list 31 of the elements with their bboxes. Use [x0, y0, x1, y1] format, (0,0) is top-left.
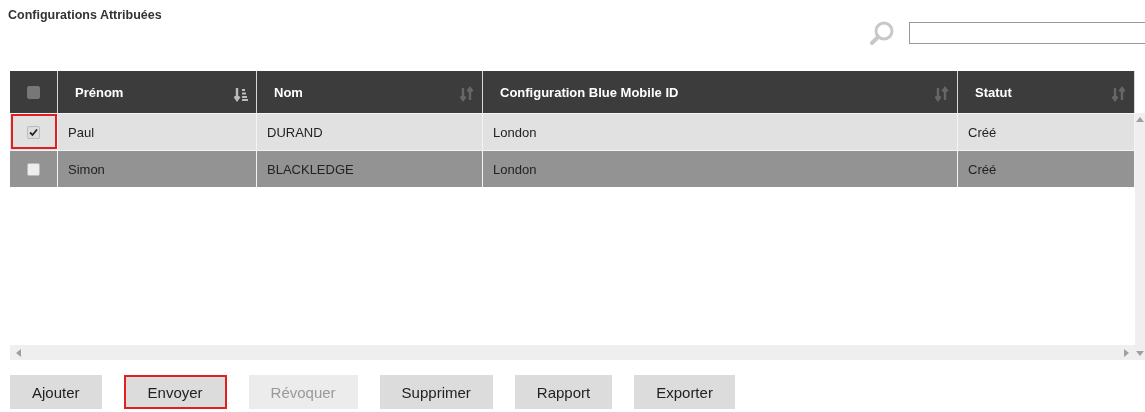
table-cell: DURAND	[257, 113, 483, 150]
scroll-arrow-icon[interactable]	[16, 348, 21, 357]
action-button[interactable]: Envoyer	[123, 375, 227, 409]
column-header[interactable]: Statut	[975, 84, 1012, 100]
table-cell: London	[483, 113, 958, 150]
table-cell: Simon	[58, 150, 257, 187]
vertical-scrollbar[interactable]	[1135, 113, 1145, 360]
table-cell: London	[483, 150, 958, 187]
sort-icon[interactable]	[935, 86, 949, 102]
action-button[interactable]: Supprimer	[379, 375, 493, 409]
sort-descending-icon[interactable]	[234, 86, 248, 102]
table-cell: Créé	[958, 113, 1135, 150]
action-button[interactable]: Exporter	[634, 375, 735, 409]
column-header[interactable]: Nom	[274, 84, 303, 100]
table-cell: Paul	[58, 113, 257, 150]
column-header[interactable]: Prénom	[75, 84, 124, 100]
horizontal-scrollbar[interactable]	[10, 345, 1135, 360]
action-button[interactable]: Ajouter	[10, 375, 102, 409]
scroll-arrow-icon[interactable]	[1136, 117, 1144, 122]
sort-icon[interactable]	[1112, 86, 1126, 102]
table-cell: BLACKLEDGE	[257, 150, 483, 187]
row-checkbox[interactable]	[27, 162, 40, 176]
column-header[interactable]: Configuration Blue Mobile ID	[500, 84, 679, 100]
section-title: Configurations Attribuées	[8, 8, 162, 22]
action-button[interactable]: Rapport	[514, 375, 613, 409]
search-field[interactable]	[909, 22, 1145, 44]
search-icon[interactable]	[869, 20, 895, 46]
sort-icon[interactable]	[460, 86, 474, 102]
row-checkbox[interactable]	[27, 125, 40, 139]
select-all-checkbox[interactable]	[27, 85, 40, 99]
table-cell: Créé	[958, 150, 1135, 187]
